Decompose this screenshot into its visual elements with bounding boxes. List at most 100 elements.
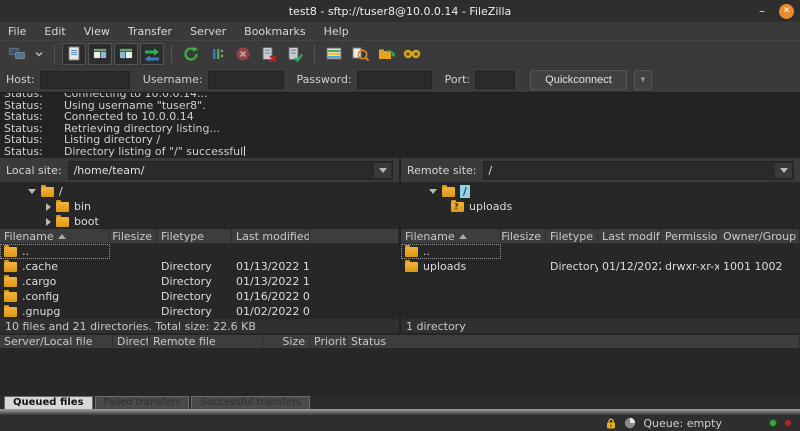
column-last-modified[interactable]: Last modified — [232, 229, 310, 243]
expander-open-icon[interactable] — [28, 189, 36, 194]
column-filetype[interactable]: Filetype — [157, 229, 232, 243]
folder-icon — [41, 187, 54, 197]
local-directory-tree[interactable]: / bin boot — [0, 182, 399, 229]
remote-file-list[interactable]: .. uploads Directory 01/12/2022 08... dr… — [401, 244, 800, 318]
column-filetype[interactable]: Filetype — [546, 229, 598, 243]
menu-bookmarks[interactable]: Bookmarks — [244, 25, 305, 38]
queue-status-text: Queue: empty — [643, 417, 722, 430]
column-owner-group[interactable]: Owner/Group — [719, 229, 800, 243]
tree-item-boot[interactable]: boot — [0, 214, 399, 229]
menu-help[interactable]: Help — [324, 25, 349, 38]
filter-listing-button[interactable] — [322, 43, 346, 65]
remote-list-header: Filename Filesize Filetype Last modified… — [401, 229, 800, 244]
file-row-parent[interactable]: .. — [401, 244, 800, 259]
host-input[interactable] — [40, 71, 130, 89]
menu-server[interactable]: Server — [190, 25, 226, 38]
cancel-operation-button[interactable] — [231, 43, 255, 65]
column-filename[interactable]: Filename — [0, 229, 110, 243]
quickconnect-button[interactable]: Quickconnect — [530, 70, 627, 90]
column-server-local-file[interactable]: Server/Local file — [0, 335, 113, 348]
local-site-dropdown-button[interactable] — [374, 163, 391, 178]
log-line: Status:Listing directory / — [4, 134, 796, 146]
file-row[interactable]: .cargo Directory 01/13/2022 10:33:... — [0, 274, 399, 289]
column-direction[interactable]: Direction — [113, 335, 149, 348]
speed-limit-icon[interactable] — [624, 417, 636, 429]
column-status[interactable]: Status — [347, 335, 800, 348]
column-last-modified[interactable]: Last modified — [598, 229, 661, 243]
file-row[interactable]: .gnupg Directory 01/02/2022 03:33... — [0, 304, 399, 318]
tab-queued-files[interactable]: Queued files — [4, 396, 93, 409]
tree-item-root[interactable]: / — [0, 184, 399, 199]
folder-icon — [56, 217, 69, 227]
expander-open-icon[interactable] — [429, 189, 437, 194]
expander-closed-icon[interactable] — [46, 218, 51, 226]
disconnect-button[interactable] — [257, 43, 281, 65]
find-files-button[interactable] — [400, 43, 424, 65]
username-input[interactable] — [208, 71, 284, 89]
column-permissions[interactable]: Permissions — [661, 229, 719, 243]
expander-closed-icon[interactable] — [46, 203, 51, 211]
file-row-parent[interactable]: .. — [0, 244, 399, 259]
directory-comparison-button[interactable] — [348, 43, 372, 65]
tree-item-root[interactable]: / — [401, 184, 800, 199]
sort-ascending-icon — [459, 234, 467, 239]
sort-ascending-icon — [58, 234, 66, 239]
menu-file[interactable]: File — [8, 25, 26, 38]
toggle-local-tree-button[interactable] — [88, 43, 112, 65]
local-tree-icon — [92, 47, 108, 61]
message-log[interactable]: Status:Connecting to 10.0.0.14... Status… — [0, 92, 800, 158]
log-line: Status:Connected to 10.0.0.14 — [4, 111, 796, 123]
transfer-queue-icon — [143, 47, 161, 61]
connection-indicator-green-icon — [769, 419, 777, 427]
password-label: Password: — [297, 73, 352, 86]
column-filename[interactable]: Filename — [401, 229, 501, 243]
title-bar: test8 - sftp://tuser8@10.0.0.14 - FileZi… — [0, 0, 800, 22]
tree-item-bin[interactable]: bin — [0, 199, 399, 214]
process-queue-button[interactable] — [205, 43, 229, 65]
file-row[interactable]: .cache Directory 01/13/2022 11:54:... — [0, 259, 399, 274]
column-priority[interactable]: Priority — [310, 335, 347, 348]
message-log-icon — [67, 46, 81, 62]
site-manager-button[interactable] — [5, 43, 29, 65]
remote-pane: Remote site: / / ? uploads Filename — [401, 158, 800, 333]
synchronized-browsing-button[interactable] — [374, 43, 398, 65]
quickconnect-dropdown-button[interactable]: ▼ — [634, 70, 652, 90]
reconnect-button[interactable] — [283, 43, 307, 65]
tree-item-uploads[interactable]: ? uploads — [401, 199, 800, 214]
close-button[interactable]: ✕ — [779, 4, 794, 19]
queue-list[interactable] — [0, 348, 800, 396]
minimize-button[interactable]: – — [755, 4, 769, 18]
tab-successful-transfers[interactable]: Successful transfers — [191, 396, 310, 409]
column-remote-file[interactable]: Remote file — [149, 335, 263, 348]
menu-transfer[interactable]: Transfer — [128, 25, 172, 38]
folder-icon — [405, 262, 418, 272]
remote-directory-tree[interactable]: / ? uploads — [401, 182, 800, 229]
toggle-transfer-queue-button[interactable] — [140, 43, 164, 65]
port-label: Port: — [445, 73, 471, 86]
local-site-combobox[interactable]: /home/team/ — [68, 161, 393, 180]
toggle-remote-tree-button[interactable] — [114, 43, 138, 65]
chevron-down-icon — [780, 168, 788, 173]
port-input[interactable] — [475, 71, 515, 89]
local-site-bar: Local site: /home/team/ — [0, 158, 399, 182]
folder-icon — [4, 262, 17, 272]
site-manager-icon — [8, 46, 26, 62]
column-filesize[interactable]: Filesize — [110, 229, 157, 243]
toolbar — [0, 40, 800, 66]
toggle-message-log-button[interactable] — [62, 43, 86, 65]
refresh-button[interactable] — [179, 43, 203, 65]
column-filesize[interactable]: Filesize — [501, 229, 546, 243]
site-manager-dropdown-button[interactable] — [31, 43, 47, 65]
tab-failed-transfers[interactable]: Failed transfers — [95, 396, 190, 409]
password-input[interactable] — [357, 71, 432, 89]
file-row[interactable]: uploads Directory 01/12/2022 08... drwxr… — [401, 259, 800, 274]
menu-edit[interactable]: Edit — [44, 25, 65, 38]
filezilla-window: test8 - sftp://tuser8@10.0.0.14 - FileZi… — [0, 0, 800, 431]
column-size[interactable]: Size — [263, 335, 310, 348]
file-row[interactable]: .config Directory 01/16/2022 06:02:... — [0, 289, 399, 304]
menu-view[interactable]: View — [84, 25, 110, 38]
reconnect-icon — [287, 46, 303, 62]
remote-site-combobox[interactable]: / — [483, 161, 794, 180]
local-file-list[interactable]: .. .cache Directory 01/13/2022 11:54:...… — [0, 244, 399, 318]
remote-site-dropdown-button[interactable] — [775, 163, 792, 178]
